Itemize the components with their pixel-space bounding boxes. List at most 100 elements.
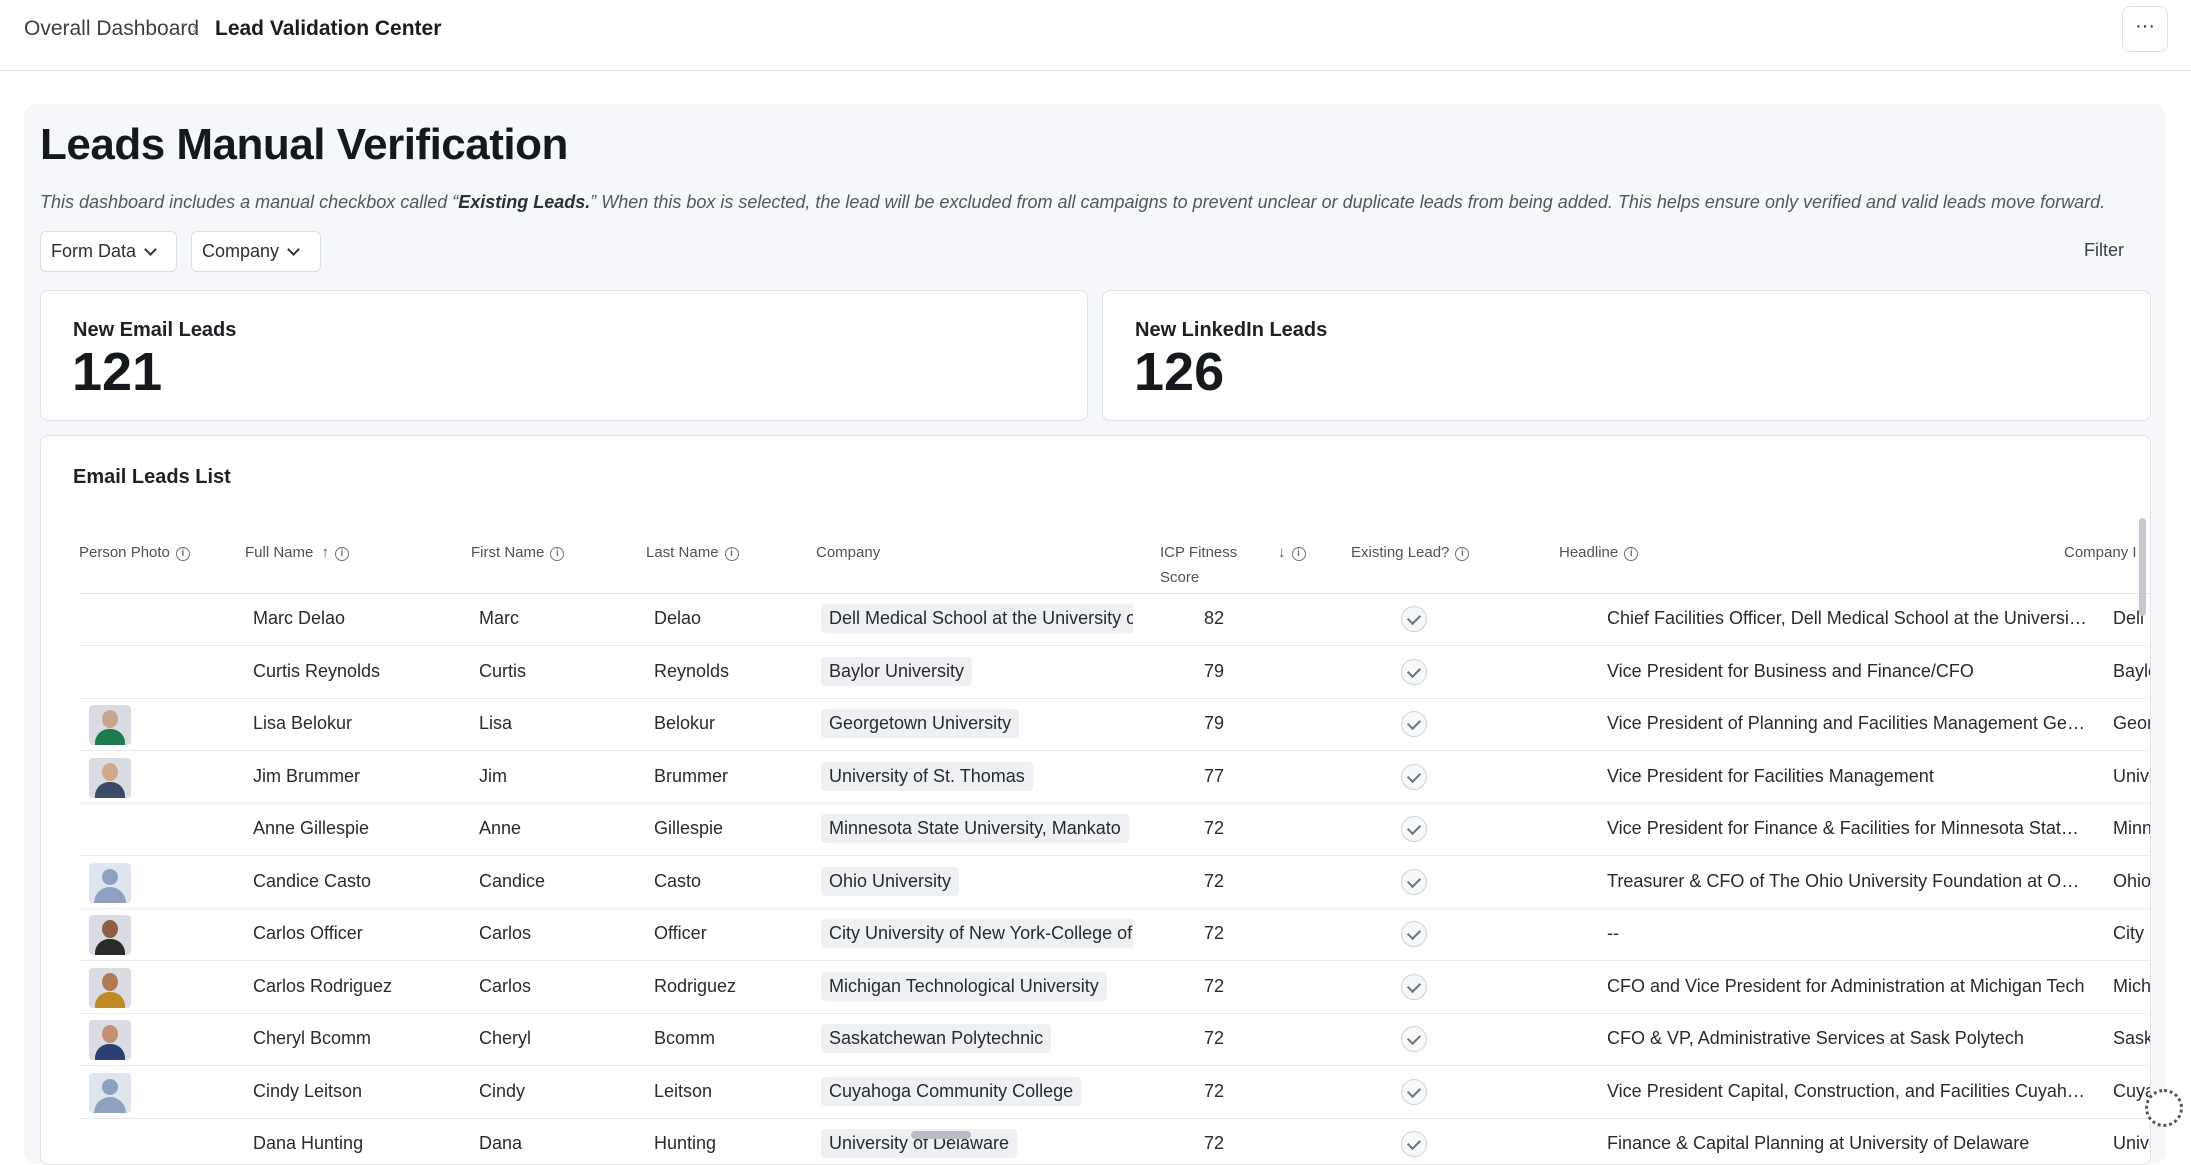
existing-lead-checkbox[interactable] [1401,711,1427,737]
person-photo-cell [89,1125,131,1164]
column-header-icp-controls[interactable]: ↓ i [1270,540,1306,565]
icp-score-cell: 72 [1204,975,1225,996]
info-icon[interactable]: i [334,547,349,561]
company-2-cell: Saskatcl [2113,1028,2151,1048]
column-header-last-name[interactable]: Last Name i [646,540,739,565]
full-name-cell: Anne Gillespie [253,818,370,838]
company-2-cell: Cuyahoc [2113,1080,2150,1101]
more-options-button[interactable]: ··· [2122,6,2168,52]
loading-spinner-icon [2145,1089,2183,1127]
info-icon[interactable]: i [1455,547,1470,561]
full-name-cell: Candice Casto [253,870,372,891]
breadcrumb-overall-dashboard[interactable]: Overall Dashboard [24,17,199,41]
table-row[interactable]: Lisa Belokur Lisa Belokur Georgetown Uni… [79,699,2150,751]
new-email-leads-value: 121 [72,342,163,402]
first-name-cell: Cindy [479,1080,526,1101]
existing-lead-checkbox[interactable] [1401,606,1427,632]
table-row[interactable]: Curtis Reynolds Curtis Reynolds Baylor U… [79,647,2150,699]
column-header-person-photo[interactable]: Person Photo i [79,540,190,565]
column-header-first-name[interactable]: First Name i [471,540,565,565]
first-name-cell: Curtis [479,660,527,681]
table-row[interactable]: Carlos Officer Carlos Officer City Unive… [79,909,2150,961]
company-tag: City University of New York-College of S [821,919,1133,948]
first-name-cell: Anne [479,818,522,838]
company-2-cell: Michiga [2113,975,2151,996]
info-icon[interactable]: i [1291,547,1306,561]
last-name-cell: Reynolds [654,660,730,681]
last-name-cell: Brummer [654,765,729,786]
full-name-cell: Curtis Reynolds [253,660,381,681]
company-tag: Minnesota State University, Mankato [821,814,1129,843]
page-title: Leads Manual Verification [40,120,568,169]
full-name-cell: Dana Hunting [253,1133,364,1153]
company-tag: Ohio University [821,866,960,896]
first-name-cell: Candice [479,870,546,891]
info-icon[interactable]: i [550,547,565,561]
full-name-cell: Marc Delao [253,608,346,628]
table-row[interactable]: Cindy Leitson Cindy Leitson Cuyahoga Com… [79,1067,2150,1119]
company-cell: Ohio University [821,866,960,896]
filter-button[interactable]: Filter [2084,240,2124,261]
existing-lead-checkbox[interactable] [1401,868,1427,895]
existing-lead-checkbox[interactable] [1401,1078,1427,1105]
person-photo-cell [89,862,131,903]
column-header-full-name[interactable]: Full Name ↑ i [245,540,349,565]
existing-lead-checkbox[interactable] [1401,921,1427,947]
table-row[interactable]: Candice Casto Candice Casto Ohio Univers… [79,857,2151,909]
table-row[interactable]: Marc Delao Marc Delao Dell Medical Schoo… [79,594,2150,646]
company-tag: Baylor University [821,656,973,686]
horizontal-scrollbar[interactable] [911,1131,971,1139]
headline-cell: Finance & Capital Planning at University… [1607,1133,2030,1153]
table-row[interactable]: Anne Gillespie Anne Gillespie Minnesota … [79,804,2150,856]
person-photo-cell [89,810,131,850]
sort-ascending-icon[interactable]: ↑ [321,540,329,565]
breadcrumb-chevron-icon: › [192,20,198,37]
first-name-cell: Jim [479,765,507,786]
column-header-icp-fitness-score[interactable]: ICP Fitness Score [1160,540,1237,590]
column-header-company-2[interactable]: Company I [2064,540,2137,565]
breadcrumb-current-page: Lead Validation Center [215,17,442,40]
person-photo-cell [89,600,131,640]
info-icon[interactable]: i [175,547,190,561]
icp-score-cell: 72 [1204,870,1225,891]
first-name-cell: Carlos [479,975,532,996]
column-header-company[interactable]: Company [816,540,880,565]
email-leads-table-card: Email Leads List Person Photo i Full Name… [40,435,2151,1165]
company-2-cell: Universi [2113,765,2150,786]
existing-lead-checkbox[interactable] [1401,1026,1427,1052]
existing-lead-checkbox[interactable] [1401,1131,1427,1157]
company-cell: Minnesota State University, Mankato [821,814,1129,843]
form-data-dropdown[interactable]: Form Data [40,231,177,272]
info-icon[interactable]: i [1624,547,1639,561]
full-name-cell: Cindy Leitson [253,1080,363,1101]
vertical-scrollbar[interactable] [2139,518,2146,616]
chevron-down-icon [144,243,157,256]
company-tag: Saskatchewan Polytechnic [821,1024,1052,1053]
first-name-cell: Carlos [479,923,532,943]
person-photo-cell [89,967,131,1008]
icp-score-cell: 72 [1204,1080,1225,1101]
person-photo [89,967,131,1008]
company-2-cell: Ohio Ur [2113,870,2151,891]
existing-lead-checkbox[interactable] [1401,763,1427,790]
sort-descending-icon[interactable]: ↓ [1278,540,1286,565]
company-2-cell: Universi [2113,1133,2150,1153]
table-row[interactable]: Carlos Rodriguez Carlos Rodriguez Michig… [79,962,2151,1014]
existing-lead-checkbox[interactable] [1401,973,1427,1000]
info-icon[interactable]: i [724,547,739,561]
company-dropdown[interactable]: Company [191,231,321,272]
icp-score-cell: 79 [1204,713,1225,733]
column-header-existing-lead[interactable]: Existing Lead? i [1351,540,1470,565]
existing-lead-checkbox[interactable] [1401,816,1427,842]
table-row[interactable]: Dana Hunting Dana Hunting University of … [79,1119,2150,1164]
last-name-cell: Casto [654,870,702,891]
company-cell: University of St. Thomas [821,761,1033,791]
first-name-cell: Cheryl [479,1028,532,1048]
column-header-headline[interactable]: Headline i [1559,540,1639,565]
table-row[interactable]: Cheryl Bcomm Cheryl Bcomm Saskatchewan P… [79,1014,2151,1066]
avatar-placeholder-icon [89,1072,131,1113]
existing-lead-checkbox[interactable] [1401,658,1427,685]
form-data-label: Form Data [51,241,137,261]
last-name-cell: Delao [654,608,702,628]
table-row[interactable]: Jim Brummer Jim Brummer University of St… [79,752,2150,804]
